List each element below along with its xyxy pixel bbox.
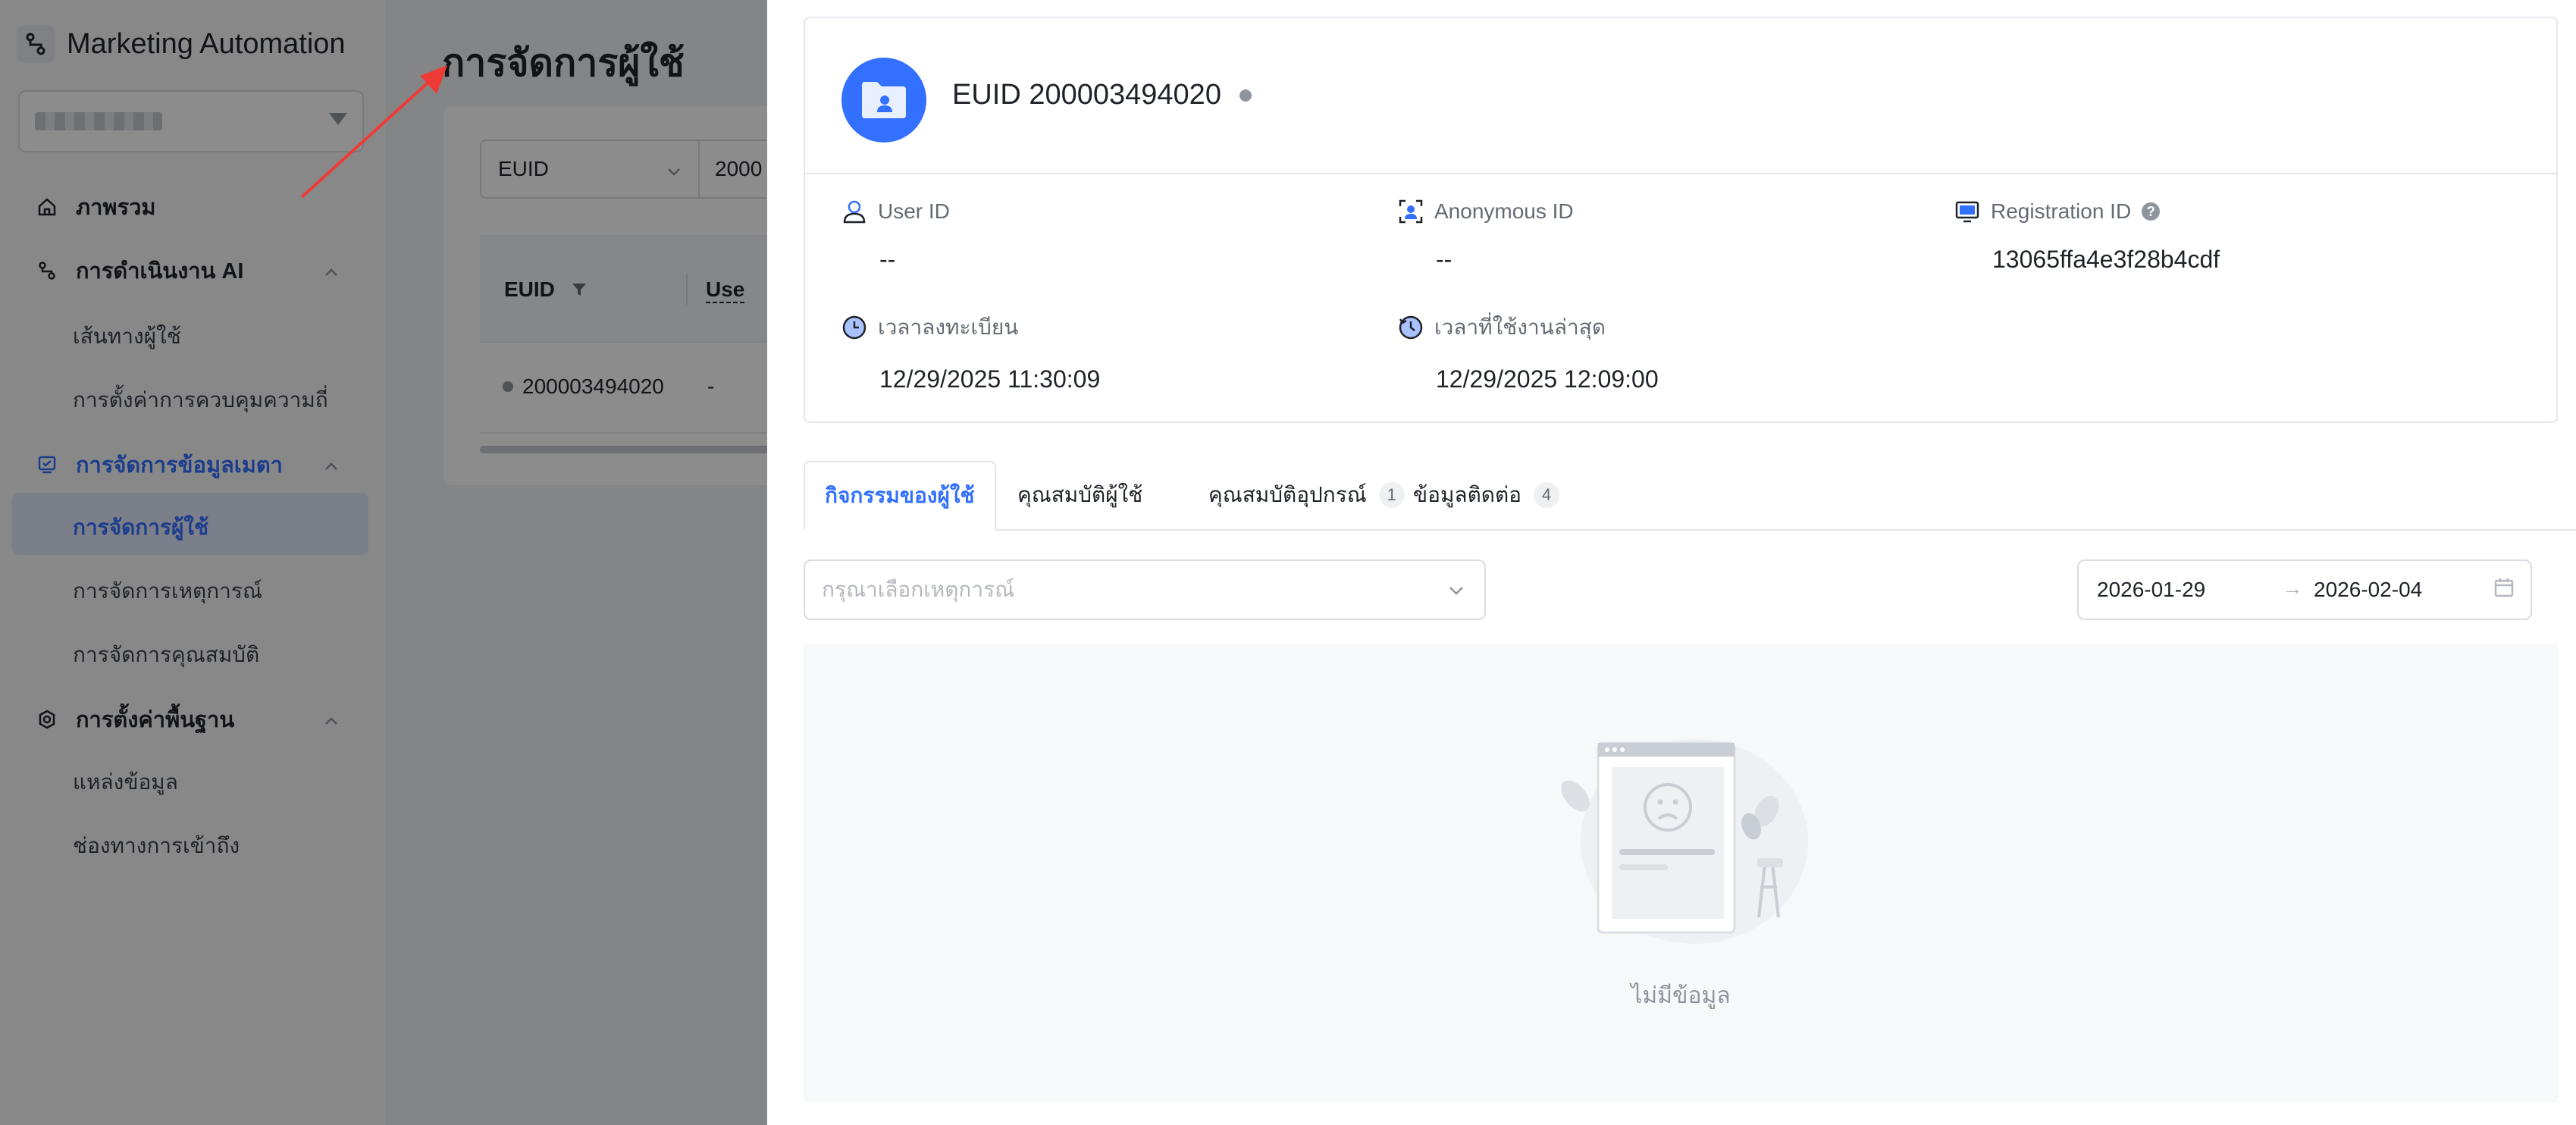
clock-icon xyxy=(842,315,867,340)
anonymous-id-icon xyxy=(1399,199,1423,224)
date-range-picker[interactable]: 2026-01-29 → 2026-02-04 xyxy=(2077,559,2532,620)
date-start-input[interactable]: 2026-01-29 xyxy=(2097,578,2205,602)
field-user-id: User ID -- xyxy=(841,199,950,274)
event-select[interactable]: กรุณาเลือกเหตุการณ์ xyxy=(804,559,1486,620)
detail-tabs: กิจกรรมของผู้ใช้ คุณสมบัติผู้ใช้ คุณสมบั… xyxy=(804,461,2576,531)
annotation-arrow-icon xyxy=(300,65,447,199)
tab-device-properties[interactable]: คุณสมบัติอุปกรณ์ 1 xyxy=(1208,461,1405,529)
calendar-icon xyxy=(2494,578,2514,597)
field-last-active: เวลาที่ใช้งานล่าสุด 12/29/2025 12:09:00 xyxy=(1398,311,1659,393)
user-detail-drawer: EUID 200003494020 User ID -- Anonymous I… xyxy=(767,0,2576,1125)
empty-data-icon xyxy=(1562,739,1808,944)
tab-contact-info[interactable]: ข้อมูลติดต่อ 4 xyxy=(1413,461,1559,529)
device-id-icon xyxy=(1955,201,1979,223)
date-end-input[interactable]: 2026-02-04 xyxy=(2314,578,2422,602)
empty-state: ไม่มีข้อมูล xyxy=(804,644,2558,1102)
status-dot xyxy=(1239,89,1252,102)
profile-name: EUID 200003494020 xyxy=(952,79,1252,111)
field-register-time: เวลาลงทะเบียน 12/29/2025 11:30:09 xyxy=(841,311,1100,393)
tab-user-properties[interactable]: คุณสมบัติผู้ใช้ xyxy=(1017,461,1142,529)
event-select-placeholder: กรุณาเลือกเหตุการณ์ xyxy=(822,578,1015,601)
empty-text: ไม่มีข้อมูล xyxy=(1631,983,1731,1008)
tab-user-activity[interactable]: กิจกรรมของผู้ใช้ xyxy=(804,461,996,531)
field-anonymous-id: Anonymous ID -- xyxy=(1398,199,1574,274)
date-arrow: → xyxy=(2282,576,2303,600)
profile-header: EUID 200003494020 xyxy=(805,18,2556,174)
history-icon xyxy=(1399,315,1423,340)
tab-count-badge: 1 xyxy=(1378,482,1405,508)
user-folder-icon xyxy=(841,58,926,143)
field-registration-id: Registration ID ? 13065ffa4e3f28b4cdf xyxy=(1954,199,2220,274)
chevron-down-icon xyxy=(1449,587,1463,595)
user-icon xyxy=(843,200,866,224)
tab-count-badge: 4 xyxy=(1533,482,1559,508)
help-icon[interactable]: ? xyxy=(2142,202,2161,221)
profile-card: EUID 200003494020 User ID -- Anonymous I… xyxy=(804,17,2558,423)
